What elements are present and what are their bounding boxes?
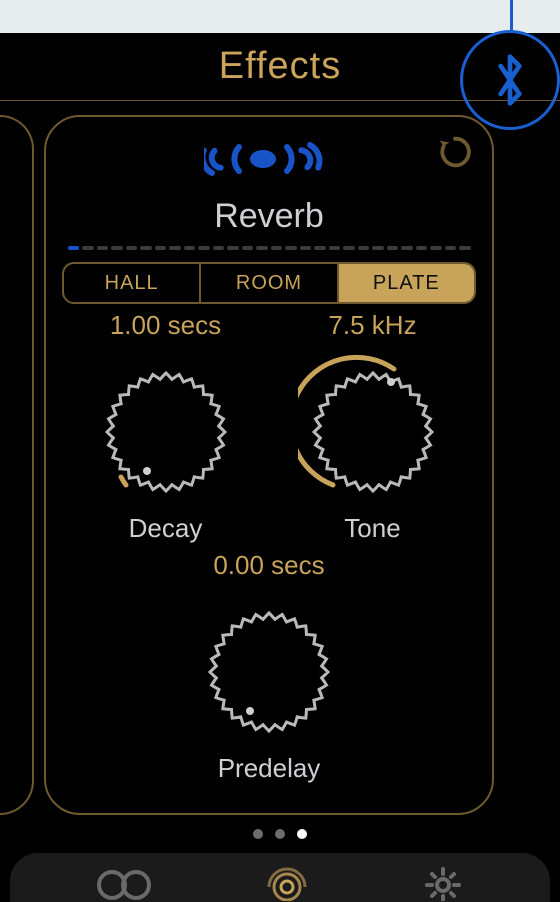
progress-dash [430, 246, 442, 250]
knob-row-bottom: 0.00 secs Predelay [62, 550, 476, 784]
settings-tab[interactable] [420, 861, 466, 902]
effect-amount-bar[interactable] [62, 246, 476, 250]
effect-card-header [62, 133, 476, 187]
progress-dash [213, 246, 225, 250]
progress-dash [401, 246, 413, 250]
progress-dash [82, 246, 94, 250]
tone-label: Tone [344, 513, 400, 544]
decay-label: Decay [129, 513, 203, 544]
progress-dash [343, 246, 355, 250]
looper-tab[interactable] [94, 861, 154, 902]
progress-dash [358, 246, 370, 250]
bluetooth-callout-line [510, 0, 513, 33]
progress-dash [329, 246, 341, 250]
decay-value: 1.00 secs [110, 310, 221, 341]
predelay-label: Predelay [218, 753, 321, 784]
progress-dash [300, 246, 312, 250]
wave-icon [204, 131, 334, 187]
reverb-type-plate[interactable]: PLATE [339, 264, 474, 302]
bluetooth-icon [491, 52, 529, 108]
progress-dash [126, 246, 138, 250]
progress-dash [140, 246, 152, 250]
progress-dash [111, 246, 123, 250]
decay-knob-block: 1.00 secs Decay [62, 310, 269, 544]
tone-value: 7.5 kHz [328, 310, 416, 341]
tone-knob-block: 7.5 kHz Tone [269, 310, 476, 544]
prev-card-peek[interactable] [0, 115, 34, 815]
decay-knob[interactable] [91, 347, 241, 507]
progress-dash [169, 246, 181, 250]
page-dot[interactable] [253, 829, 263, 839]
reverb-type-segmented[interactable]: HALLROOMPLATE [62, 262, 476, 304]
page-title: Effects [219, 45, 341, 88]
progress-dash [445, 246, 457, 250]
effect-carousel[interactable]: Reverb HALLROOMPLATE 1.00 secs Decay [0, 101, 560, 821]
document-margin [0, 0, 560, 33]
page-dot[interactable] [275, 829, 285, 839]
progress-dash [271, 246, 283, 250]
progress-dash [387, 246, 399, 250]
effects-tab[interactable] [262, 861, 312, 902]
header-bar: Effects [0, 33, 560, 101]
reset-button[interactable] [436, 133, 474, 171]
reverb-type-hall[interactable]: HALL [64, 264, 201, 302]
progress-dash [184, 246, 196, 250]
progress-dash [256, 246, 268, 250]
effect-name: Reverb [214, 197, 324, 236]
progress-dash [198, 246, 210, 250]
reverb-type-room[interactable]: ROOM [201, 264, 338, 302]
page-dot[interactable] [297, 829, 307, 839]
progress-dash [242, 246, 254, 250]
progress-dash [459, 246, 471, 250]
progress-dash [416, 246, 428, 250]
progress-dash [97, 246, 109, 250]
progress-dash [372, 246, 384, 250]
tab-bar [10, 853, 550, 902]
knob-row-top: 1.00 secs Decay 7.5 kHz [62, 310, 476, 544]
tone-knob[interactable] [298, 347, 448, 507]
effect-card-reverb: Reverb HALLROOMPLATE 1.00 secs Decay [44, 115, 494, 815]
progress-dash [285, 246, 297, 250]
progress-dash [155, 246, 167, 250]
progress-dash [68, 246, 80, 250]
page-dots[interactable] [0, 829, 560, 839]
predelay-value: 0.00 secs [213, 550, 324, 581]
predelay-knob-block: 0.00 secs Predelay [166, 550, 373, 784]
progress-dash [227, 246, 239, 250]
progress-dash [314, 246, 326, 250]
app-root: Effects [0, 33, 560, 902]
predelay-knob[interactable] [194, 587, 344, 747]
